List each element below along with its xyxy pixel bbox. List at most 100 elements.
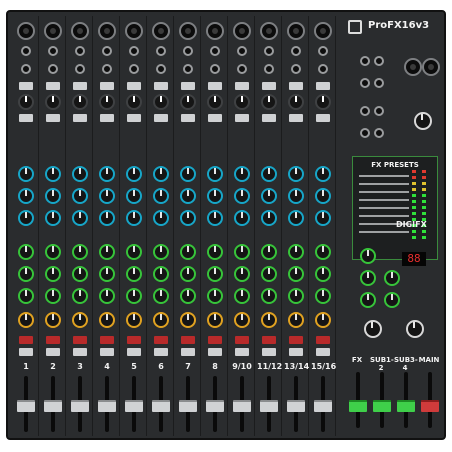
pan-knob[interactable] (99, 312, 115, 328)
eq-low-knob[interactable] (153, 210, 169, 226)
solo-button[interactable] (100, 348, 114, 356)
solo-button[interactable] (181, 348, 195, 356)
sub-out-jack-1[interactable] (360, 128, 370, 138)
eq-high-knob[interactable] (99, 166, 115, 182)
pan-knob[interactable] (207, 312, 223, 328)
aux-send-knob-1[interactable] (45, 244, 61, 260)
low-cut-button[interactable] (19, 114, 33, 122)
solo-button[interactable] (289, 348, 303, 356)
insert-jack[interactable] (102, 64, 112, 74)
fx-master-knob[interactable] (360, 248, 376, 264)
channel-fader[interactable] (179, 400, 197, 412)
solo-button[interactable] (262, 348, 276, 356)
eq-high-knob[interactable] (180, 166, 196, 182)
line-input-jack[interactable] (48, 46, 58, 56)
aux-send-knob-1[interactable] (126, 244, 142, 260)
main-xlr-l[interactable] (404, 58, 422, 76)
pan-knob[interactable] (261, 312, 277, 328)
channel-fader[interactable] (152, 400, 170, 412)
insert-jack[interactable] (75, 64, 85, 74)
solo-button[interactable] (154, 348, 168, 356)
fx-send-knob[interactable] (72, 288, 88, 304)
mute-button[interactable] (208, 336, 222, 344)
eq-mid-knob[interactable] (261, 188, 277, 204)
insert-jack[interactable] (156, 64, 166, 74)
insert-jack[interactable] (210, 64, 220, 74)
solo-button[interactable] (73, 348, 87, 356)
low-cut-button[interactable] (235, 114, 249, 122)
insert-jack[interactable] (264, 64, 274, 74)
monitor-knob[interactable] (406, 320, 424, 338)
eq-mid-knob[interactable] (207, 188, 223, 204)
line-input-jack[interactable] (102, 46, 112, 56)
phones-knob[interactable] (414, 112, 432, 130)
low-cut-button[interactable] (316, 114, 330, 122)
channel-fader[interactable] (125, 400, 143, 412)
eq-low-knob[interactable] (126, 210, 142, 226)
eq-mid-knob[interactable] (72, 188, 88, 204)
low-cut-button[interactable] (127, 114, 141, 122)
gain-knob[interactable] (126, 94, 142, 110)
line-input-jack[interactable] (318, 46, 328, 56)
fx-send-knob[interactable] (315, 288, 331, 304)
eq-low-knob[interactable] (99, 210, 115, 226)
solo-button[interactable] (46, 348, 60, 356)
mic-input-xlr[interactable] (260, 22, 278, 40)
mute-button[interactable] (181, 336, 195, 344)
channel-fader[interactable] (287, 400, 305, 412)
aux-send-knob-1[interactable] (99, 244, 115, 260)
phantom-button[interactable] (262, 82, 276, 90)
low-cut-button[interactable] (181, 114, 195, 122)
pan-knob[interactable] (126, 312, 142, 328)
aux-send-knob-1[interactable] (18, 244, 34, 260)
fx-send-knob[interactable] (261, 288, 277, 304)
mic-input-xlr[interactable] (125, 22, 143, 40)
gain-knob[interactable] (45, 94, 61, 110)
eq-mid-knob[interactable] (45, 188, 61, 204)
fx-return-knob[interactable] (360, 292, 376, 308)
phantom-button[interactable] (208, 82, 222, 90)
solo-button[interactable] (316, 348, 330, 356)
channel-fader[interactable] (260, 400, 278, 412)
fx-send-knob[interactable] (126, 288, 142, 304)
mic-input-xlr[interactable] (44, 22, 62, 40)
main-xlr-r[interactable] (422, 58, 440, 76)
phantom-button[interactable] (127, 82, 141, 90)
pan-knob[interactable] (18, 312, 34, 328)
eq-mid-knob[interactable] (288, 188, 304, 204)
phantom-button[interactable] (316, 82, 330, 90)
eq-low-knob[interactable] (288, 210, 304, 226)
line-input-jack[interactable] (129, 46, 139, 56)
mic-input-xlr[interactable] (233, 22, 251, 40)
mic-input-xlr[interactable] (152, 22, 170, 40)
eq-low-knob[interactable] (18, 210, 34, 226)
solo-button[interactable] (235, 348, 249, 356)
eq-low-knob[interactable] (315, 210, 331, 226)
mute-button[interactable] (154, 336, 168, 344)
mute-button[interactable] (127, 336, 141, 344)
channel-fader[interactable] (233, 400, 251, 412)
mute-button[interactable] (235, 336, 249, 344)
low-cut-button[interactable] (289, 114, 303, 122)
eq-mid-knob[interactable] (126, 188, 142, 204)
gain-knob[interactable] (180, 94, 196, 110)
eq-high-knob[interactable] (126, 166, 142, 182)
aux-send-knob-2[interactable] (288, 266, 304, 282)
aux-send-knob-2[interactable] (99, 266, 115, 282)
solo-button[interactable] (208, 348, 222, 356)
line-input-jack[interactable] (264, 46, 274, 56)
line-input-jack[interactable] (21, 46, 31, 56)
channel-fader[interactable] (206, 400, 224, 412)
aux-return-jack-1[interactable] (360, 78, 370, 88)
aux-send-knob-2[interactable] (18, 266, 34, 282)
aux-send-jack-1[interactable] (360, 56, 370, 66)
low-cut-button[interactable] (46, 114, 60, 122)
solo-button[interactable] (127, 348, 141, 356)
mute-button[interactable] (316, 336, 330, 344)
main-mix-knob[interactable] (364, 320, 382, 338)
gain-knob[interactable] (18, 94, 34, 110)
channel-fader[interactable] (314, 400, 332, 412)
channel-fader[interactable] (17, 400, 35, 412)
eq-mid-knob[interactable] (315, 188, 331, 204)
low-cut-button[interactable] (208, 114, 222, 122)
